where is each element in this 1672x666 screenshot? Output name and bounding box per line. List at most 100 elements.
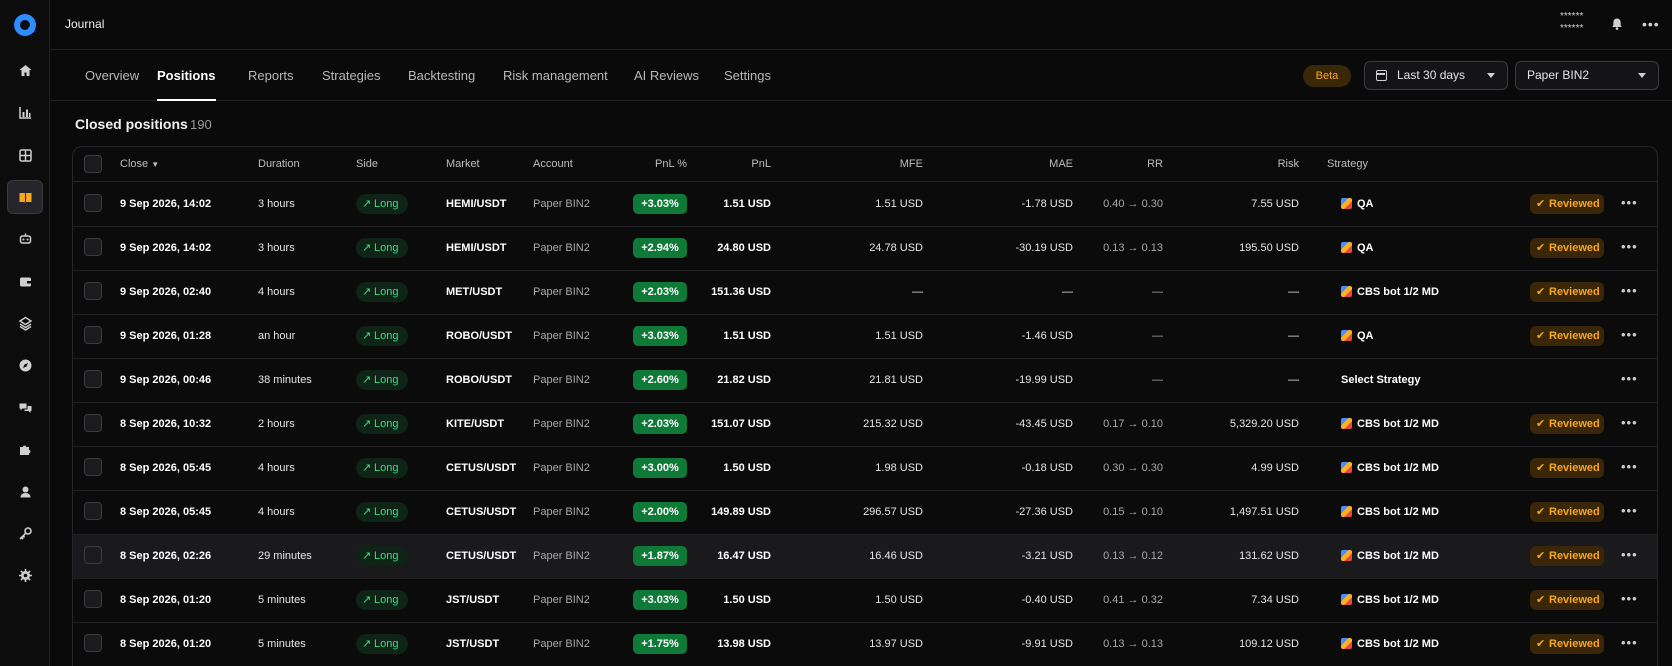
row-more-icon[interactable]: ••• bbox=[1621, 283, 1638, 298]
reviewed-badge[interactable]: ✔ Reviewed bbox=[1530, 414, 1604, 434]
select-strategy-button[interactable]: Select Strategy bbox=[1341, 374, 1420, 386]
tab-risk-management[interactable]: Risk management bbox=[503, 68, 608, 101]
row-checkbox[interactable] bbox=[84, 546, 102, 564]
column-header-strategy[interactable]: Strategy bbox=[1327, 158, 1368, 170]
table-row[interactable]: 8 Sep 2026, 05:45 4 hours ↗ Long CETUS/USDT P… bbox=[73, 447, 1657, 491]
cell-strategy[interactable]: QA bbox=[1357, 198, 1374, 210]
sidebar-item-journal[interactable] bbox=[7, 180, 43, 214]
table-row[interactable]: 9 Sep 2026, 14:02 3 hours ↗ Long HEMI/USDT Pa… bbox=[73, 183, 1657, 227]
cell-strategy[interactable]: CBS bot 1/2 MD bbox=[1357, 462, 1439, 474]
column-header-side[interactable]: Side bbox=[356, 158, 378, 170]
table-row[interactable]: 9 Sep 2026, 14:02 3 hours ↗ Long HEMI/USDT Pa… bbox=[73, 227, 1657, 271]
sidebar-item-grid[interactable] bbox=[7, 138, 43, 172]
row-checkbox[interactable] bbox=[84, 634, 102, 652]
column-header-mfe[interactable]: MFE bbox=[813, 158, 923, 170]
column-header-mae[interactable]: MAE bbox=[963, 158, 1073, 170]
table-row[interactable]: 9 Sep 2026, 00:46 38 minutes ↗ Long ROBO/USD… bbox=[73, 359, 1657, 403]
column-header-account[interactable]: Account bbox=[533, 158, 573, 170]
row-checkbox[interactable] bbox=[84, 458, 102, 476]
column-header-duration[interactable]: Duration bbox=[258, 158, 300, 170]
reviewed-badge[interactable]: ✔ Reviewed bbox=[1530, 590, 1604, 610]
tab-overview[interactable]: Overview bbox=[85, 68, 139, 101]
table-row[interactable]: 9 Sep 2026, 02:40 4 hours ↗ Long MET/USDT Pap… bbox=[73, 271, 1657, 315]
user-masked[interactable]: ****** ****** bbox=[1560, 11, 1583, 35]
sidebar-item-chart[interactable] bbox=[7, 95, 43, 129]
column-header-pnl[interactable]: PnL bbox=[703, 158, 771, 170]
sidebar-item-layers[interactable] bbox=[7, 306, 43, 340]
column-header-rr[interactable]: RR bbox=[1083, 158, 1163, 170]
date-range-select[interactable]: Last 30 days bbox=[1364, 61, 1508, 90]
row-more-icon[interactable]: ••• bbox=[1621, 415, 1638, 430]
tab-ai-reviews[interactable]: AI Reviews bbox=[634, 68, 699, 101]
cell-strategy[interactable]: CBS bot 1/2 MD bbox=[1357, 418, 1439, 430]
row-more-icon[interactable]: ••• bbox=[1621, 327, 1638, 342]
row-checkbox[interactable] bbox=[84, 326, 102, 344]
cell-market[interactable]: MET/USDT bbox=[446, 286, 502, 298]
row-checkbox[interactable] bbox=[84, 590, 102, 608]
table-row[interactable]: 8 Sep 2026, 01:20 5 minutes ↗ Long JST/USDT P… bbox=[73, 579, 1657, 623]
cell-market[interactable]: CETUS/USDT bbox=[446, 462, 516, 474]
reviewed-badge[interactable]: ✔ Reviewed bbox=[1530, 194, 1604, 214]
reviewed-badge[interactable]: ✔ Reviewed bbox=[1530, 282, 1604, 302]
row-more-icon[interactable]: ••• bbox=[1621, 635, 1638, 650]
tab-backtesting[interactable]: Backtesting bbox=[408, 68, 475, 101]
cell-market[interactable]: KITE/USDT bbox=[446, 418, 504, 430]
cell-market[interactable]: HEMI/USDT bbox=[446, 198, 507, 210]
column-header-close[interactable]: Close ▼ bbox=[120, 158, 159, 170]
table-row[interactable]: 8 Sep 2026, 01:20 5 minutes ↗ Long JST/USDT P… bbox=[73, 623, 1657, 666]
column-header-market[interactable]: Market bbox=[446, 158, 480, 170]
reviewed-badge[interactable]: ✔ Reviewed bbox=[1530, 238, 1604, 258]
logo-icon[interactable] bbox=[14, 14, 36, 36]
tab-strategies[interactable]: Strategies bbox=[322, 68, 381, 101]
cell-strategy[interactable]: CBS bot 1/2 MD bbox=[1357, 594, 1439, 606]
tab-reports[interactable]: Reports bbox=[248, 68, 294, 101]
row-checkbox[interactable] bbox=[84, 194, 102, 212]
sidebar-item-compass[interactable] bbox=[7, 348, 43, 382]
table-row[interactable]: 8 Sep 2026, 05:45 4 hours ↗ Long CETUS/USDT P… bbox=[73, 491, 1657, 535]
table-row[interactable]: 9 Sep 2026, 01:28 an hour ↗ Long ROBO/USDT Pa… bbox=[73, 315, 1657, 359]
cell-strategy[interactable]: QA bbox=[1357, 330, 1374, 342]
row-checkbox[interactable] bbox=[84, 282, 102, 300]
reviewed-badge[interactable]: ✔ Reviewed bbox=[1530, 458, 1604, 478]
sidebar-item-home[interactable] bbox=[7, 53, 43, 87]
row-more-icon[interactable]: ••• bbox=[1621, 239, 1638, 254]
select-all-checkbox[interactable] bbox=[84, 155, 102, 173]
reviewed-badge[interactable]: ✔ Reviewed bbox=[1530, 502, 1604, 522]
cell-market[interactable]: HEMI/USDT bbox=[446, 242, 507, 254]
sidebar-item-key[interactable] bbox=[7, 516, 43, 550]
row-more-icon[interactable]: ••• bbox=[1621, 459, 1638, 474]
sidebar-item-support[interactable] bbox=[7, 474, 43, 508]
table-row[interactable]: 8 Sep 2026, 10:32 2 hours ↗ Long KITE/USDT Pa… bbox=[73, 403, 1657, 447]
row-more-icon[interactable]: ••• bbox=[1621, 371, 1638, 386]
row-checkbox[interactable] bbox=[84, 370, 102, 388]
tab-settings[interactable]: Settings bbox=[724, 68, 771, 101]
sidebar-item-puzzle[interactable] bbox=[7, 432, 43, 466]
tab-positions[interactable]: Positions bbox=[157, 68, 216, 101]
cell-market[interactable]: CETUS/USDT bbox=[446, 550, 516, 562]
row-more-icon[interactable]: ••• bbox=[1621, 503, 1638, 518]
row-checkbox[interactable] bbox=[84, 414, 102, 432]
reviewed-badge[interactable]: ✔ Reviewed bbox=[1530, 634, 1604, 654]
cell-market[interactable]: ROBO/USDT bbox=[446, 330, 512, 342]
bell-icon[interactable] bbox=[1610, 17, 1624, 31]
cell-market[interactable]: JST/USDT bbox=[446, 638, 499, 650]
reviewed-badge[interactable]: ✔ Reviewed bbox=[1530, 326, 1604, 346]
more-options-icon[interactable]: ••• bbox=[1642, 16, 1660, 32]
column-header-risk[interactable]: Risk bbox=[1173, 158, 1299, 170]
row-checkbox[interactable] bbox=[84, 502, 102, 520]
row-checkbox[interactable] bbox=[84, 238, 102, 256]
cell-strategy[interactable]: QA bbox=[1357, 242, 1374, 254]
row-more-icon[interactable]: ••• bbox=[1621, 591, 1638, 606]
reviewed-badge[interactable]: ✔ Reviewed bbox=[1530, 546, 1604, 566]
sidebar-item-chat[interactable] bbox=[7, 390, 43, 424]
sidebar-item-bot[interactable] bbox=[7, 222, 43, 256]
row-more-icon[interactable]: ••• bbox=[1621, 547, 1638, 562]
account-select[interactable]: Paper BIN2 bbox=[1515, 61, 1659, 90]
row-more-icon[interactable]: ••• bbox=[1621, 195, 1638, 210]
cell-strategy[interactable]: CBS bot 1/2 MD bbox=[1357, 550, 1439, 562]
cell-market[interactable]: JST/USDT bbox=[446, 594, 499, 606]
cell-market[interactable]: CETUS/USDT bbox=[446, 506, 516, 518]
table-row[interactable]: 8 Sep 2026, 02:26 29 minutes ↗ Long CETUS/US… bbox=[73, 535, 1657, 579]
cell-market[interactable]: ROBO/USDT bbox=[446, 374, 512, 386]
cell-strategy[interactable]: CBS bot 1/2 MD bbox=[1357, 286, 1439, 298]
